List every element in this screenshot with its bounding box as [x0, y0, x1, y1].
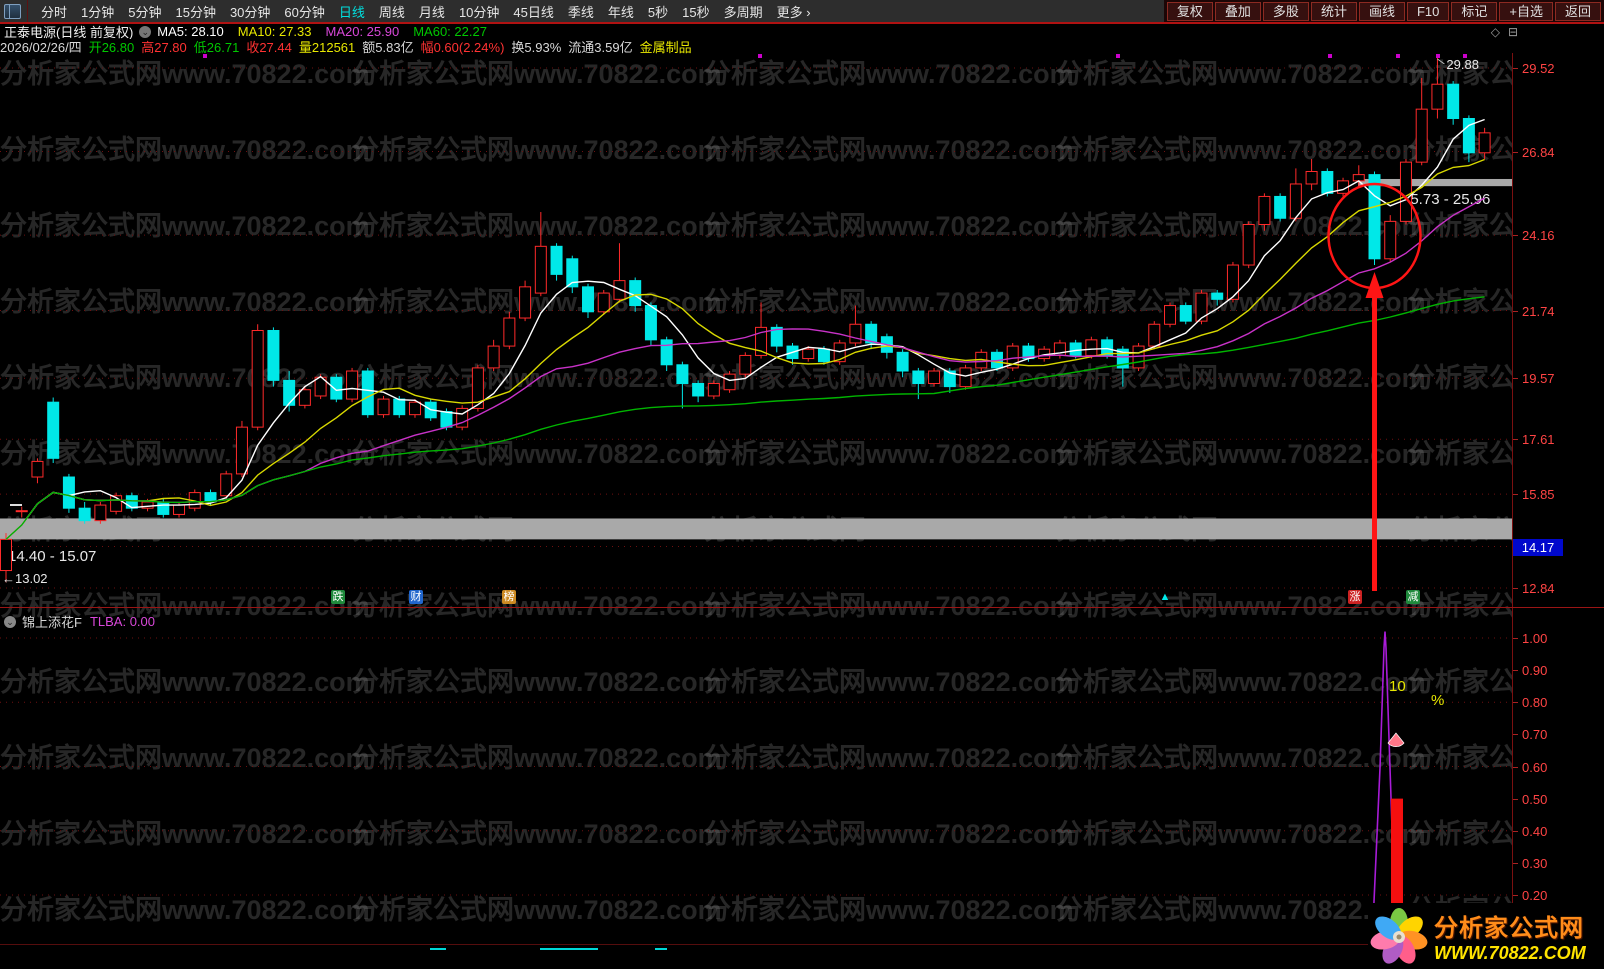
minimized-pane-mark[interactable]: [540, 948, 598, 950]
price-axis-label: 17.61: [1522, 432, 1555, 448]
period-tab-分时[interactable]: 分时: [34, 2, 74, 21]
quote-field: 开26.80: [88, 39, 135, 55]
indicator-axis-label: 0.80: [1522, 695, 1548, 711]
quote-field: 流通3.59亿: [568, 39, 633, 55]
menu-button-画线[interactable]: 画线: [1358, 1, 1405, 21]
period-tab-日线[interactable]: 日线: [332, 2, 372, 21]
axis-separator-line: [1512, 53, 1513, 945]
period-tab-季线[interactable]: 季线: [561, 2, 601, 21]
period-tab-多周期[interactable]: 多周期: [717, 2, 770, 21]
minimized-pane-mark[interactable]: [655, 948, 667, 950]
flower-logo-icon: [1370, 908, 1428, 964]
site-logo: 分析家公式网 WWW.70822.COM: [1368, 903, 1604, 969]
period-tab-5分钟[interactable]: 5分钟: [121, 2, 168, 21]
price-axis-label: 26.84: [1522, 144, 1555, 160]
quote-field: 幅0.60(2.24%): [420, 39, 505, 55]
event-marker-跌[interactable]: 跌: [331, 590, 345, 604]
bottom-strip-border: [0, 944, 1604, 945]
menu-button-叠加[interactable]: 叠加: [1214, 1, 1261, 21]
menu-button-多股[interactable]: 多股: [1262, 1, 1309, 21]
indicator-value: TLBA: 0.00: [89, 614, 155, 629]
main-candlestick-panel[interactable]: 14.40 - 15.07 25.73 - 25.96 29.88 ←13.02 29…: [0, 53, 1604, 607]
indicator-name: 锦上添花F: [22, 615, 82, 630]
price-axis: 29.52 26.84 24.16 21.74 19.57 17.61 15.85 12.84…: [1512, 53, 1604, 607]
bottom-status-strip: [0, 945, 1604, 969]
period-tab-更多 ›[interactable]: 更多 ›: [770, 2, 818, 21]
period-tab-10分钟[interactable]: 10分钟: [452, 2, 506, 21]
period-tab-15分钟[interactable]: 15分钟: [168, 2, 222, 21]
menu-button-标记[interactable]: 标记: [1451, 1, 1498, 21]
price-axis-label: 15.85: [1522, 487, 1555, 503]
right-menu: 复权 叠加 多股 统计 画线 F10 标记 +自选 返回: [1163, 0, 1604, 22]
quote-field: 2026/02/26/四: [0, 39, 82, 55]
quote-field: 额5.83亿: [362, 39, 414, 55]
period-tab-60分钟[interactable]: 60分钟: [277, 2, 331, 21]
stock-info-row: 正泰电源(日线 前复权) ⌄ MA5: 28.10 MA10: 27.33 MA20…: [0, 24, 1604, 40]
price-axis-label: 12.84: [1522, 580, 1555, 596]
price-axis-label: 29.52: [1522, 61, 1555, 76]
row1-icons: ◇ ⊟: [1491, 25, 1518, 39]
quote-field: 换5.93%: [511, 39, 562, 55]
indicator-axis-label: 0.70: [1522, 727, 1548, 743]
event-marker-财[interactable]: 财: [409, 590, 423, 604]
site-name: 分析家公式网: [1434, 915, 1584, 942]
event-marker-▲[interactable]: ▲: [1158, 590, 1172, 604]
menu-button-+自选[interactable]: +自选: [1499, 1, 1553, 21]
indicator-canvas[interactable]: 10%: [0, 608, 1512, 947]
quote-field: 低26.71: [193, 39, 240, 55]
quote-field: 金属制品: [639, 39, 692, 55]
split-window-icon[interactable]: ⊟: [1508, 25, 1518, 39]
collapse-indicator-icon[interactable]: ⌄: [4, 615, 16, 628]
current-price-tag: 14.17: [1513, 538, 1563, 556]
event-marker-减[interactable]: 减: [1406, 590, 1420, 604]
indicator-axis-label: 0.40: [1522, 823, 1548, 839]
indicator-axis-label: 0.30: [1522, 855, 1548, 871]
menu-button-F10[interactable]: F10: [1406, 1, 1450, 21]
price-axis-label: 21.74: [1522, 303, 1555, 319]
quote-field: 高27.80: [141, 39, 187, 55]
period-tab-月线[interactable]: 月线: [412, 2, 452, 21]
main-candlestick-canvas[interactable]: 14.40 - 15.07 25.73 - 25.96 29.88 ←13.02: [0, 53, 1512, 607]
menu-button-统计[interactable]: 统计: [1310, 1, 1357, 21]
top-menu-bar: 分时 1分钟 5分钟 15分钟 30分钟 60分钟 日线 周线 月线 10分钟 45日线 季线 年线 5秒…: [0, 0, 1604, 24]
minimized-pane-mark[interactable]: [430, 948, 446, 950]
stock-app-window: 分时 1分钟 5分钟 15分钟 30分钟 60分钟 日线 周线 月线 10分钟 45日线 季线 年线 5秒…: [0, 0, 1604, 969]
svg-text:25.73 - 25.96: 25.73 - 25.96: [1402, 191, 1490, 208]
svg-text:29.88: 29.88: [1446, 57, 1479, 72]
event-marker-涨[interactable]: 涨: [1348, 590, 1362, 604]
panel-divider[interactable]: [0, 607, 1604, 608]
period-tab-15秒[interactable]: 15秒: [675, 2, 716, 21]
indicator-axis-label: 0.60: [1522, 759, 1548, 775]
menu-button-复权[interactable]: 复权: [1166, 1, 1213, 21]
indicator-panel[interactable]: ⌄ 锦上添花F TLBA: 0.00 10% 1.00 0.90 0.80 0.70 0…: [0, 608, 1604, 947]
svg-text:10: 10: [1389, 678, 1406, 695]
indicator-axis-label: 0.50: [1522, 791, 1548, 807]
indicator-axis-label: 1.00: [1522, 631, 1548, 646]
period-tab-5秒[interactable]: 5秒: [641, 2, 675, 21]
indicator-axis-label: 0.90: [1522, 663, 1548, 679]
diamond-icon[interactable]: ◇: [1491, 25, 1500, 39]
window-layout-icon[interactable]: [4, 3, 21, 19]
period-tabs: 分时 1分钟 5分钟 15分钟 30分钟 60分钟 日线 周线 月线 10分钟 45日线 季线 年线 5秒…: [27, 0, 818, 22]
price-axis-label: 19.57: [1522, 371, 1555, 387]
quote-field: 收27.44: [246, 39, 292, 55]
quote-field: 量212561: [298, 39, 356, 55]
period-tab-年线[interactable]: 年线: [601, 2, 641, 21]
period-tab-30分钟[interactable]: 30分钟: [223, 2, 277, 21]
period-tab-45日线[interactable]: 45日线: [506, 2, 560, 21]
indicator-header: ⌄ 锦上添花F TLBA: 0.00: [4, 612, 155, 631]
svg-text:14.40 - 15.07: 14.40 - 15.07: [8, 548, 96, 565]
period-tab-1分钟[interactable]: 1分钟: [74, 2, 121, 21]
svg-text:%: %: [1431, 692, 1444, 709]
menu-button-返回[interactable]: 返回: [1554, 1, 1601, 21]
price-axis-label: 24.16: [1522, 228, 1555, 244]
quote-detail-row: 2026/02/26/四 开26.80 高27.80 低26.71 收27.44 量212…: [0, 39, 1604, 55]
indicator-axis: 1.00 0.90 0.80 0.70 0.60 0.50 0.40 0.30 0.20: [1512, 608, 1604, 945]
period-tab-周线[interactable]: 周线: [372, 2, 412, 21]
event-marker-榜[interactable]: 榜: [502, 590, 516, 604]
svg-text:←13.02: ←13.02: [2, 571, 48, 586]
indicator-axis-label: 0.20: [1522, 888, 1548, 903]
site-url: WWW.70822.COM: [1434, 943, 1586, 963]
